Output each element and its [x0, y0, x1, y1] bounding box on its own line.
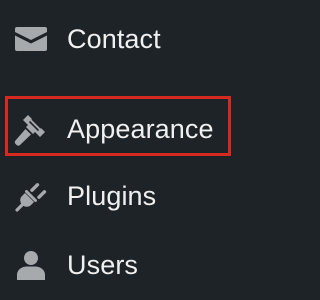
paintbrush-icon	[13, 111, 49, 147]
sidebar-item-label: Contact	[67, 23, 161, 54]
plugin-icon	[13, 178, 49, 214]
sidebar-item-plugins[interactable]: Plugins	[0, 168, 290, 224]
sidebar-item-label: Plugins	[67, 180, 157, 211]
user-icon	[13, 247, 49, 283]
sidebar-item-label: Appearance	[67, 113, 214, 144]
sidebar-item-label: Users	[67, 249, 139, 280]
sidebar-item-appearance[interactable]: Appearance	[0, 101, 290, 157]
sidebar-item-users[interactable]: Users	[0, 237, 290, 293]
sidebar-item-contact[interactable]: Contact	[0, 11, 290, 67]
envelope-icon	[13, 21, 49, 57]
admin-sidebar-menu: Contact Appearance Plugins Users	[0, 0, 290, 300]
